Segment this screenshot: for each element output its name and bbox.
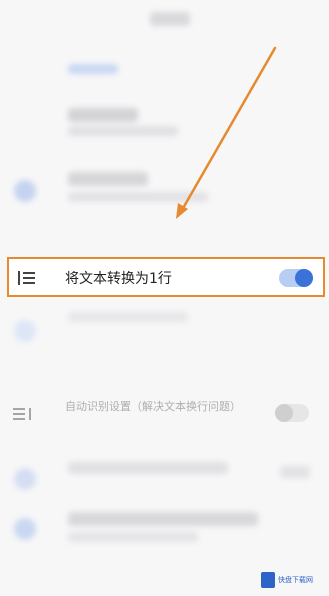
- convert-one-line-toggle[interactable]: [279, 269, 313, 287]
- blurred-text: [68, 108, 138, 122]
- setting-row-auto-detect[interactable]: 自动识别设置（解决文本换行问题）: [0, 392, 329, 442]
- setting-row-convert-one-line[interactable]: 将文本转换为1行: [7, 257, 325, 297]
- setting-label: 自动识别设置（解决文本换行问题）: [65, 400, 241, 413]
- auto-detect-toggle[interactable]: [275, 404, 309, 422]
- setting-label: 将文本转换为1行: [65, 271, 172, 287]
- blurred-text: [68, 462, 228, 474]
- blurred-icon: [14, 518, 36, 540]
- list-lines-icon: [18, 270, 38, 286]
- blurred-toggle: [280, 466, 310, 478]
- blurred-text: [68, 512, 258, 526]
- blurred-icon: [14, 320, 36, 342]
- blurred-icon: [14, 468, 36, 490]
- toggle-knob: [275, 404, 293, 422]
- toggle-knob: [295, 269, 313, 287]
- watermark-text: 快盘下载网: [278, 576, 313, 584]
- blurred-text: [68, 126, 178, 136]
- blurred-settings-background: [0, 0, 329, 596]
- text-wrap-icon: [13, 406, 33, 422]
- blurred-text: [68, 192, 208, 202]
- blurred-text: [68, 172, 148, 186]
- blurred-icon: [14, 180, 36, 202]
- blurred-link: [68, 64, 118, 74]
- blurred-text: [68, 532, 198, 542]
- watermark-logo-icon: [261, 572, 275, 588]
- blurred-text: [68, 312, 188, 322]
- blurred-header: [150, 12, 190, 26]
- site-watermark: 快盘下载网: [261, 569, 323, 591]
